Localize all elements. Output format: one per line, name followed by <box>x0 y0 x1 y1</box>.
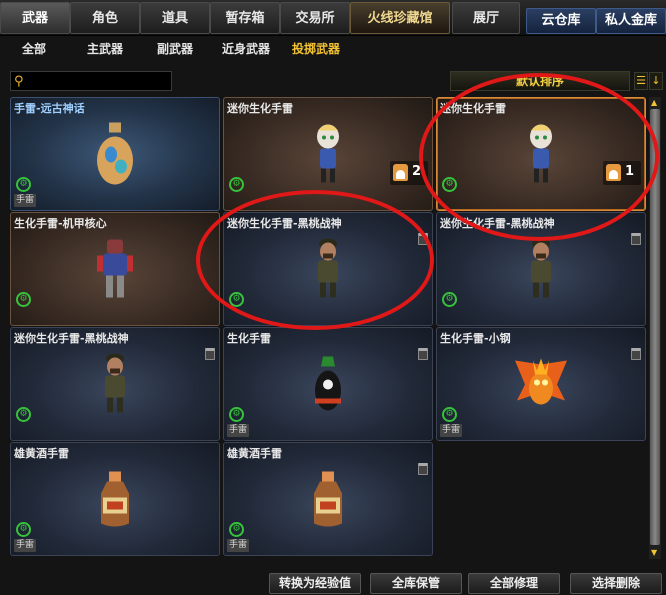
trash-icon[interactable] <box>418 463 428 475</box>
subtab-throwing[interactable]: 投掷武器 <box>292 40 340 57</box>
item-card[interactable]: 生化手雷-小钢 ⚙ 手雷 <box>436 327 646 441</box>
item-type-tag: 手雷 <box>14 539 37 552</box>
item-title: 雄黄酒手雷 <box>14 447 69 460</box>
convert-to-exp-button[interactable]: 转换为经验值 <box>269 573 361 594</box>
item-title: 生化手雷-小钢 <box>440 332 511 345</box>
item-card[interactable]: 手雷-远古神话 ⚙ 手雷 <box>10 97 220 211</box>
biochem-badge-icon: ⚙ <box>16 522 31 537</box>
tab-hall[interactable]: 展厅 <box>452 2 520 34</box>
subtab-secondary[interactable]: 副武器 <box>157 40 193 57</box>
item-card[interactable]: 生化手雷 ⚙ 手雷 <box>223 327 433 441</box>
box-icon <box>393 164 408 181</box>
item-title: 迷你生化手雷 <box>227 102 293 115</box>
sort-arrow-icon[interactable]: ↓ <box>649 72 663 90</box>
tab-exchange[interactable]: 交易所 <box>280 2 350 34</box>
item-title: 生化手雷-机甲核心 <box>14 217 107 230</box>
search-box[interactable]: ⚲ <box>10 71 172 91</box>
vault-store-all-button[interactable]: 全库保管 <box>370 573 462 594</box>
tab-weapons[interactable]: 武器 <box>0 2 70 34</box>
mecha-figure-icon <box>97 238 133 305</box>
biochem-badge-icon: ⚙ <box>442 407 457 422</box>
subtab-melee[interactable]: 近身武器 <box>222 40 270 57</box>
item-title: 生化手雷 <box>227 332 271 345</box>
item-card[interactable]: 雄黄酒手雷 ⚙ 手雷 <box>10 442 220 556</box>
item-card[interactable]: 生化手雷-机甲核心 ⚙ <box>10 212 220 326</box>
tab-temp-storage[interactable]: 暂存箱 <box>210 2 280 34</box>
biochem-badge-icon: ⚙ <box>16 292 31 307</box>
item-title: 迷你生化手雷-黑桃战神 <box>14 332 129 345</box>
tab-private-vault[interactable]: 私人金库 <box>596 8 666 34</box>
biochem-badge-icon: ⚙ <box>16 177 31 192</box>
search-input[interactable] <box>31 73 169 89</box>
main-tab-bar: 武器 角色 道具 暂存箱 交易所 火线珍藏馆 展厅 云仓库 私人金库 <box>0 0 666 36</box>
select-delete-button[interactable]: 选择删除 <box>570 573 662 594</box>
item-title: 雄黄酒手雷 <box>227 447 282 460</box>
tab-cloud-storage[interactable]: 云仓库 <box>526 8 596 34</box>
item-title: 手雷-远古神话 <box>14 102 85 115</box>
biochem-badge-icon: ⚙ <box>229 522 244 537</box>
annotation-circle <box>196 190 434 330</box>
tab-collection[interactable]: 火线珍藏馆 <box>350 2 450 34</box>
item-type-tag: 手雷 <box>14 194 37 207</box>
biochem-badge-icon: ⚙ <box>16 407 31 422</box>
weapon-category-bar: 全部 主武器 副武器 近身武器 投掷武器 <box>0 36 666 62</box>
tab-items[interactable]: 道具 <box>140 2 210 34</box>
item-type-tag: 手雷 <box>227 539 250 552</box>
subtab-all[interactable]: 全部 <box>22 40 46 57</box>
search-icon: ⚲ <box>14 74 24 89</box>
trash-icon[interactable] <box>205 348 215 360</box>
mini-figure-icon <box>311 123 345 190</box>
tab-characters[interactable]: 角色 <box>70 2 140 34</box>
egg-grenade-icon <box>92 122 138 190</box>
annotation-circle <box>419 73 659 241</box>
trash-icon[interactable] <box>631 233 641 245</box>
list-view-icon[interactable]: ☰ <box>634 72 648 90</box>
item-type-tag: 手雷 <box>227 424 250 437</box>
soldier-figure-icon <box>98 353 132 420</box>
biochem-badge-icon: ⚙ <box>229 407 244 422</box>
repair-all-button[interactable]: 全部修理 <box>468 573 560 594</box>
item-card[interactable]: 雄黄酒手雷 ⚙ 手雷 <box>223 442 433 556</box>
subtab-primary[interactable]: 主武器 <box>87 40 123 57</box>
item-type-tag: 手雷 <box>440 424 463 437</box>
trash-icon[interactable] <box>631 348 641 360</box>
scroll-down-icon[interactable]: ▼ <box>651 549 659 557</box>
soldier-figure-icon <box>524 238 558 305</box>
fire-demon-icon <box>511 355 571 418</box>
scroll-up-icon[interactable]: ▲ <box>651 99 659 107</box>
wine-bottle-icon <box>95 470 135 533</box>
trash-icon[interactable] <box>418 348 428 360</box>
wine-bottle-icon <box>308 470 348 533</box>
biochem-badge-icon: ⚙ <box>442 292 457 307</box>
skull-grenade-icon <box>313 355 343 418</box>
item-card[interactable]: 迷你生化手雷-黑桃战神 ⚙ <box>10 327 220 441</box>
biochem-badge-icon: ⚙ <box>229 177 244 192</box>
